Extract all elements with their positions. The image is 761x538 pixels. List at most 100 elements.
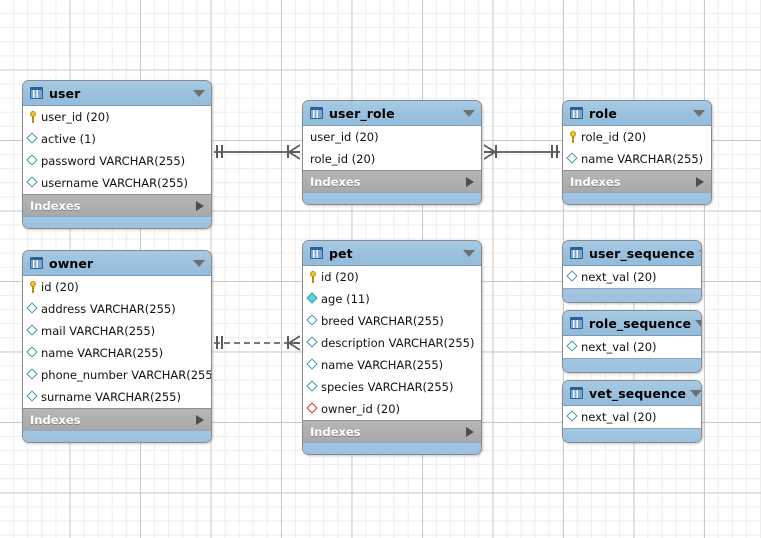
column-list-user: user_id (20) active (1) password VARCHAR(2…: [23, 106, 211, 194]
table-column[interactable]: role_id (20): [563, 126, 711, 148]
table-column[interactable]: username VARCHAR(255): [23, 172, 211, 194]
column-icon: [27, 325, 39, 337]
column-list-user_sequence: next_val (20): [563, 266, 701, 288]
table-column[interactable]: age (11): [303, 288, 481, 310]
column-icon: [27, 391, 39, 403]
table-role[interactable]: role role_id (20) name VARCHAR(255) Indexes: [562, 100, 712, 205]
table-name-label: vet_sequence: [589, 385, 687, 401]
column-icon: [307, 381, 319, 393]
table-owner[interactable]: owner id (20) address VARCHAR(255) mail VAR…: [22, 250, 212, 443]
table-column[interactable]: owner_id (20): [303, 398, 481, 420]
column-label: user_id (20): [310, 130, 379, 144]
table-column[interactable]: name VARCHAR(255): [303, 354, 481, 376]
chevron-down-icon[interactable]: [698, 249, 701, 257]
table-header-role[interactable]: role: [563, 101, 711, 126]
table-user_role[interactable]: user_role user_id (20) role_id (20) Indexes: [302, 100, 482, 205]
column-icon: [307, 359, 319, 371]
table-column[interactable]: user_id (20): [303, 126, 481, 148]
triangle-right-icon[interactable]: [466, 176, 474, 187]
table-column[interactable]: address VARCHAR(255): [23, 298, 211, 320]
table-column[interactable]: species VARCHAR(255): [303, 376, 481, 398]
primary-key-icon: [27, 281, 39, 293]
table-header-role_sequence[interactable]: role_sequence: [563, 311, 701, 336]
table-icon: [570, 317, 583, 329]
table-icon: [30, 257, 43, 269]
relationship-line: [484, 151, 560, 153]
one-notation-bar: [221, 145, 223, 158]
indexes-label: Indexes: [570, 174, 621, 189]
indexes-section-user[interactable]: Indexes: [23, 194, 211, 216]
table-header-user[interactable]: user: [23, 81, 211, 106]
table-column[interactable]: breed VARCHAR(255): [303, 310, 481, 332]
table-header-user_sequence[interactable]: user_sequence: [563, 241, 701, 266]
relationship-line: [214, 342, 300, 344]
table-header-user_role[interactable]: user_role: [303, 101, 481, 126]
column-icon: [27, 133, 39, 145]
indexes-section-owner[interactable]: Indexes: [23, 408, 211, 430]
column-icon: [27, 155, 39, 167]
table-column[interactable]: next_val (20): [563, 266, 701, 288]
triangle-right-icon[interactable]: [196, 200, 204, 211]
one-notation-bar: [287, 336, 289, 349]
table-column[interactable]: name VARCHAR(255): [563, 148, 711, 170]
er-diagram-canvas[interactable]: user user_id (20) active (1) password VARCH…: [0, 0, 761, 538]
table-user[interactable]: user user_id (20) active (1) password VARCH…: [22, 80, 212, 229]
table-column[interactable]: next_val (20): [563, 406, 701, 428]
chevron-down-icon[interactable]: [463, 109, 475, 117]
table-column[interactable]: user_id (20): [23, 106, 211, 128]
chevron-down-icon[interactable]: [193, 89, 205, 97]
chevron-down-icon[interactable]: [690, 389, 701, 397]
column-list-vet_sequence: next_val (20): [563, 406, 701, 428]
table-column[interactable]: role_id (20): [303, 148, 481, 170]
triangle-right-icon[interactable]: [466, 426, 474, 437]
one-notation-bar: [556, 145, 558, 158]
column-icon: [567, 341, 579, 353]
column-icon: [567, 271, 579, 283]
table-footer: [23, 430, 211, 442]
column-icon: [567, 153, 579, 165]
table-column[interactable]: id (20): [23, 276, 211, 298]
table-header-owner[interactable]: owner: [23, 251, 211, 276]
table-column[interactable]: id (20): [303, 266, 481, 288]
column-label: name VARCHAR(255): [41, 346, 164, 360]
many-notation-crowfoot: [289, 335, 300, 351]
chevron-down-icon[interactable]: [193, 259, 205, 267]
column-list-owner: id (20) address VARCHAR(255) mail VARCHAR(…: [23, 276, 211, 408]
indexes-section-role[interactable]: Indexes: [563, 170, 711, 192]
column-icon: [27, 347, 39, 359]
table-pet[interactable]: pet id (20) age (11) breed VARCHAR(255) desc…: [302, 240, 482, 455]
chevron-down-icon[interactable]: [693, 109, 705, 117]
table-column[interactable]: surname VARCHAR(255): [23, 386, 211, 408]
table-column[interactable]: description VARCHAR(255): [303, 332, 481, 354]
chevron-down-icon[interactable]: [695, 319, 701, 327]
table-column[interactable]: name VARCHAR(255): [23, 342, 211, 364]
table-header-pet[interactable]: pet: [303, 241, 481, 266]
triangle-right-icon[interactable]: [196, 414, 204, 425]
table-user_sequence[interactable]: user_sequence next_val (20): [562, 240, 702, 303]
table-header-vet_sequence[interactable]: vet_sequence: [563, 381, 701, 406]
indexes-label: Indexes: [30, 198, 81, 213]
one-notation-bar: [221, 336, 223, 349]
table-name-label: user_role: [329, 105, 395, 121]
table-name-label: role_sequence: [589, 315, 692, 331]
chevron-down-icon[interactable]: [463, 249, 475, 257]
table-column[interactable]: password VARCHAR(255): [23, 150, 211, 172]
table-column[interactable]: active (1): [23, 128, 211, 150]
table-column[interactable]: phone_number VARCHAR(255): [23, 364, 211, 386]
column-list-pet: id (20) age (11) breed VARCHAR(255) descrip…: [303, 266, 481, 420]
column-label: role_id (20): [310, 152, 376, 166]
table-icon: [570, 247, 583, 259]
indexes-section-pet[interactable]: Indexes: [303, 420, 481, 442]
table-vet_sequence[interactable]: vet_sequence next_val (20): [562, 380, 702, 443]
table-name-label: owner: [49, 255, 94, 271]
triangle-right-icon[interactable]: [696, 176, 704, 187]
column-list-user_role: user_id (20) role_id (20): [303, 126, 481, 170]
column-label: role_id (20): [581, 130, 647, 144]
table-column[interactable]: mail VARCHAR(255): [23, 320, 211, 342]
column-notnull-icon: [307, 293, 319, 305]
table-role_sequence[interactable]: role_sequence next_val (20): [562, 310, 702, 373]
indexes-section-user_role[interactable]: Indexes: [303, 170, 481, 192]
table-footer: [563, 428, 701, 442]
column-label: age (11): [321, 292, 370, 306]
table-column[interactable]: next_val (20): [563, 336, 701, 358]
